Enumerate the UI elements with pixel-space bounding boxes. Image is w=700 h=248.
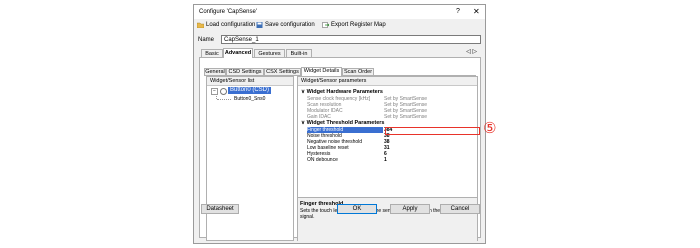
widget-icon bbox=[220, 88, 227, 95]
hardware-parameters-section[interactable]: ∨ Widget Hardware Parameters bbox=[301, 89, 383, 95]
help-button[interactable]: ? bbox=[456, 8, 460, 15]
configure-dialog: Configure 'CapSense' ? ✕ Load configurat… bbox=[193, 4, 486, 244]
export-register-map-button[interactable]: Export Register Map bbox=[322, 22, 386, 28]
subtab-general[interactable]: General bbox=[204, 68, 226, 75]
widget-sensor-parameters: Widget/Sensor parameters ∨ Widget Hardwa… bbox=[297, 76, 478, 243]
widget-sensor-list: Widget/Sensor list − Button0 (CSD) Butto… bbox=[206, 76, 294, 241]
ok-button[interactable]: OK bbox=[337, 204, 377, 214]
param-row[interactable]: ON debounce 1 bbox=[307, 157, 473, 163]
main-tab-strip: Basic Advanced Gestures Built-in ◁ ▷ bbox=[199, 48, 481, 58]
tree-item-button0-sns0[interactable]: Button0_Sns0 bbox=[234, 96, 265, 102]
subtab-csx-settings[interactable]: CSX Settings bbox=[264, 68, 301, 75]
cancel-button[interactable]: Cancel bbox=[440, 204, 480, 214]
tree-item-button0[interactable]: − Button0 (CSD) bbox=[211, 87, 291, 95]
floppy-disk-icon bbox=[256, 22, 263, 28]
window-title: Configure 'CapSense' bbox=[199, 9, 257, 15]
subtab-widget-details[interactable]: Widget Details bbox=[301, 67, 342, 76]
folder-icon bbox=[196, 22, 205, 29]
threshold-parameters-section[interactable]: ∨ Widget Threshold Parameters bbox=[301, 120, 384, 126]
name-label: Name bbox=[198, 37, 215, 43]
export-icon bbox=[322, 22, 330, 28]
toolbar: Load configuration Save configuration Ex… bbox=[194, 20, 485, 31]
widget-sensor-parameters-header: Widget/Sensor parameters bbox=[298, 77, 477, 86]
title-bar: Configure 'CapSense' ? ✕ bbox=[194, 5, 485, 19]
tree-connector-h bbox=[217, 99, 231, 101]
subtab-csd-settings[interactable]: CSD Settings bbox=[226, 68, 264, 75]
callout-highlight-box bbox=[385, 127, 480, 135]
export-register-map-label: Export Register Map bbox=[331, 22, 386, 28]
tab-basic[interactable]: Basic bbox=[201, 49, 223, 57]
sub-tab-strip: General CSD Settings CSX Settings Widget… bbox=[204, 67, 476, 76]
close-button[interactable]: ✕ bbox=[473, 7, 480, 16]
subtab-scan-order[interactable]: Scan Order bbox=[342, 68, 374, 75]
datasheet-button[interactable]: Datasheet bbox=[201, 204, 239, 214]
load-configuration-button[interactable]: Load configuration bbox=[196, 22, 256, 29]
load-configuration-label: Load configuration bbox=[206, 22, 256, 28]
save-configuration-button[interactable]: Save configuration bbox=[256, 22, 315, 28]
tab-advanced[interactable]: Advanced bbox=[223, 48, 253, 58]
tab-scroll-arrows[interactable]: ◁ ▷ bbox=[466, 48, 477, 55]
save-configuration-label: Save configuration bbox=[265, 22, 315, 28]
callout-label: ⑤ bbox=[483, 119, 497, 137]
widget-sensor-list-header: Widget/Sensor list bbox=[207, 77, 293, 86]
tab-gestures[interactable]: Gestures bbox=[254, 49, 285, 57]
name-field[interactable]: CapSense_1 bbox=[221, 35, 481, 44]
tree-item-button0-label: Button0 (CSD) bbox=[228, 87, 272, 94]
tab-built-in[interactable]: Built-in bbox=[286, 49, 312, 57]
apply-button[interactable]: Apply bbox=[390, 204, 430, 214]
